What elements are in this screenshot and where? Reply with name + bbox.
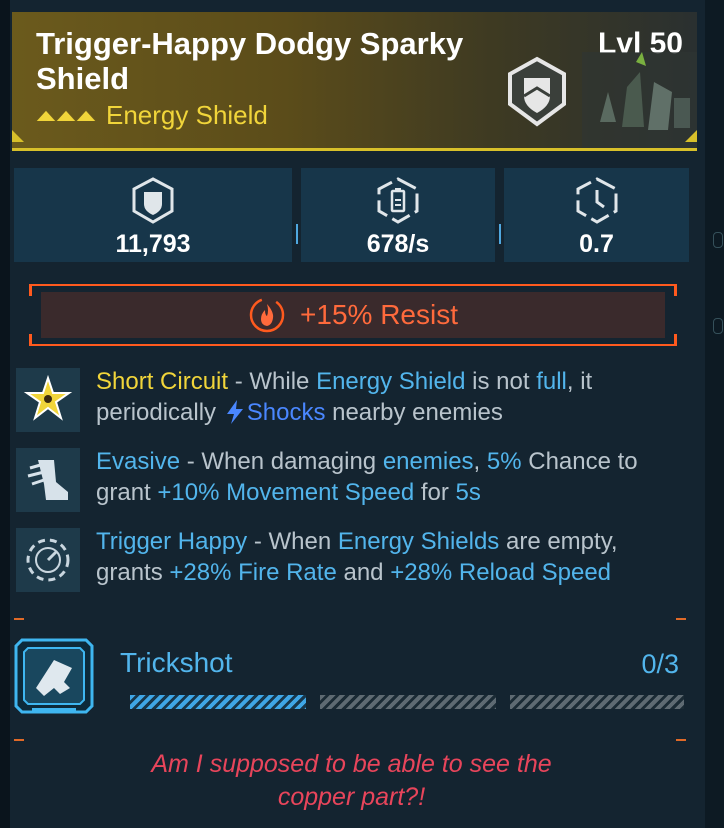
perk-short-circuit: Short Circuit - While Energy Shield is n… [14, 366, 689, 432]
stat-divider [296, 224, 298, 244]
stat-divider [499, 224, 501, 244]
winged-boot-icon [16, 448, 80, 512]
trickshot-icon[interactable] [14, 638, 94, 714]
stat-capacity-value: 11,793 [115, 230, 191, 258]
item-type-label: Energy Shield [106, 99, 268, 130]
skill-progress-segment [510, 695, 684, 709]
perk-keyword: Shocks [246, 399, 326, 426]
perk-text: nearby enemies [325, 399, 503, 426]
perk-keyword: 5% [486, 448, 522, 475]
perk-keyword: full [536, 368, 567, 395]
manufacturer-art-icon [582, 52, 697, 148]
perk-keyword: Energy Shields [337, 528, 500, 555]
shield-capacity-icon [132, 177, 174, 224]
fire-icon [249, 297, 285, 333]
skill-progress-segment [130, 695, 306, 709]
perk-name: Trigger Happy [96, 528, 248, 555]
flavor-text-body: Am I supposed to be able to see the copp… [151, 750, 552, 811]
perk-name: Evasive [96, 448, 181, 475]
perk-text: for [414, 479, 456, 506]
stat-recharge-delay-value: 0.7 [579, 230, 614, 258]
perk-evasive: Evasive - When damaging enemies, 5% Chan… [14, 446, 689, 512]
corner-accent [685, 130, 697, 142]
resist-label: +15% Resist [300, 299, 458, 330]
stat-capacity: 11,793 [14, 168, 292, 262]
stat-recharge-rate-value: 678/s [366, 230, 430, 258]
perk-text: - When damaging [180, 448, 383, 475]
stat-recharge-delay: 0.7 [504, 168, 689, 262]
skill-name: Trickshot [120, 647, 233, 678]
battery-recharge-icon [377, 177, 419, 224]
star-burst-icon [16, 368, 80, 432]
recharge-delay-icon [576, 177, 617, 224]
perk-keyword: 5s [455, 479, 481, 506]
perk-keyword: +10% Movement Speed [157, 479, 415, 506]
left-edge [0, 0, 10, 828]
skill-trickshot: Trickshot 0/3 [14, 614, 689, 724]
perk-keyword: +28% Reload Speed [390, 559, 612, 586]
item-type: Energy Shield [36, 100, 268, 130]
perk-text: , [473, 448, 487, 475]
lightning-icon [226, 400, 243, 424]
perk-text: is not [465, 368, 537, 395]
stat-recharge-rate: 678/s [301, 168, 495, 262]
perk-text: - While [228, 368, 317, 395]
item-header: Trigger-Happy Dodgy Sparky Shield Lvl 50… [12, 12, 697, 151]
skill-progress-segment [320, 695, 496, 709]
perk-text: and [336, 559, 391, 586]
perk-description: Trigger Happy - When Energy Shields are … [96, 526, 686, 588]
perk-keyword: enemies [382, 448, 474, 475]
element-resist-banner: +15% Resist [29, 284, 677, 346]
shield-icon [508, 56, 566, 127]
perk-description: Evasive - When damaging enemies, 5% Chan… [96, 446, 686, 508]
corner-accent [12, 130, 24, 142]
perk-name: Short Circuit [96, 368, 229, 395]
rarity-chevrons-icon [36, 109, 97, 122]
perk-description: Short Circuit - While Energy Shield is n… [96, 366, 686, 428]
item-name: Trigger-Happy Dodgy Sparky Shield [36, 26, 464, 96]
perk-keyword: +28% Fire Rate [169, 559, 337, 586]
perk-trigger-happy: Trigger Happy - When Energy Shields are … [14, 526, 689, 592]
flavor-text: Am I supposed to be able to see the copp… [14, 748, 689, 814]
trigger-gauge-icon [16, 528, 80, 592]
right-edge [705, 0, 724, 828]
perk-text: - When [247, 528, 338, 555]
resist-content: +15% Resist [29, 286, 677, 344]
perk-keyword: Energy Shield [316, 368, 466, 395]
section-divider [14, 739, 686, 745]
skill-points: 0/3 [641, 649, 679, 679]
stats-row: 11,793 678/s 0.7 [14, 168, 689, 262]
